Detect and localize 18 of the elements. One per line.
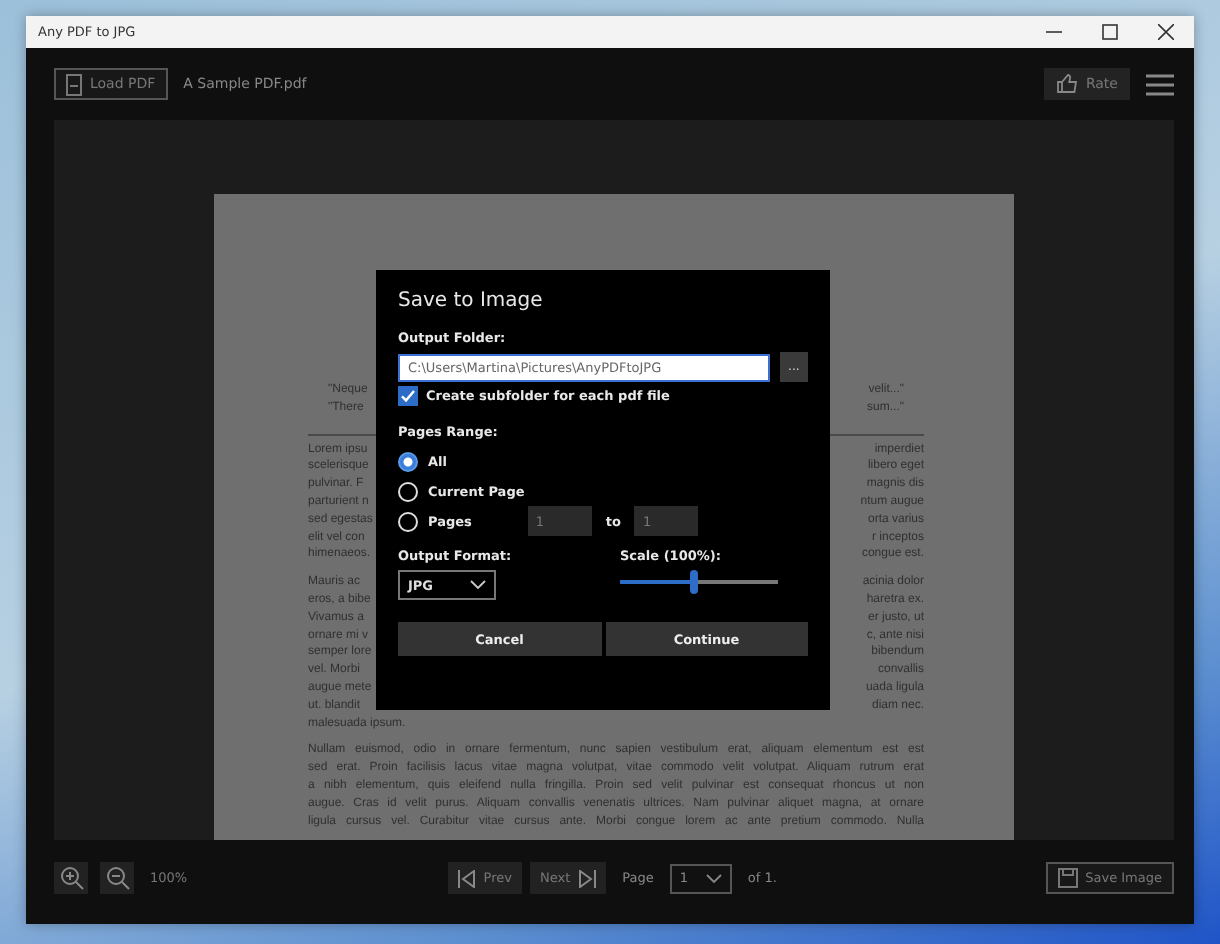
scale-slider[interactable] — [620, 570, 778, 594]
skip-forward-icon — [578, 869, 597, 887]
menu-icon — [1146, 73, 1174, 95]
close-icon — [1158, 24, 1174, 40]
zoom-in-icon — [59, 866, 83, 890]
maximize-icon — [1102, 24, 1118, 40]
zoom-in-button[interactable] — [54, 862, 88, 894]
document-icon — [66, 73, 82, 95]
zoom-out-button[interactable] — [100, 862, 134, 894]
zoom-out-icon — [105, 866, 129, 890]
checkbox[interactable] — [398, 386, 418, 406]
skip-back-icon — [457, 869, 476, 887]
menu-button[interactable] — [1146, 73, 1174, 95]
thumbs-up-icon — [1055, 74, 1078, 94]
radio-button[interactable] — [398, 451, 418, 471]
dialog-title: Save to Image — [398, 290, 545, 312]
chevron-down-icon — [705, 873, 722, 883]
chevron-down-icon — [470, 580, 486, 590]
